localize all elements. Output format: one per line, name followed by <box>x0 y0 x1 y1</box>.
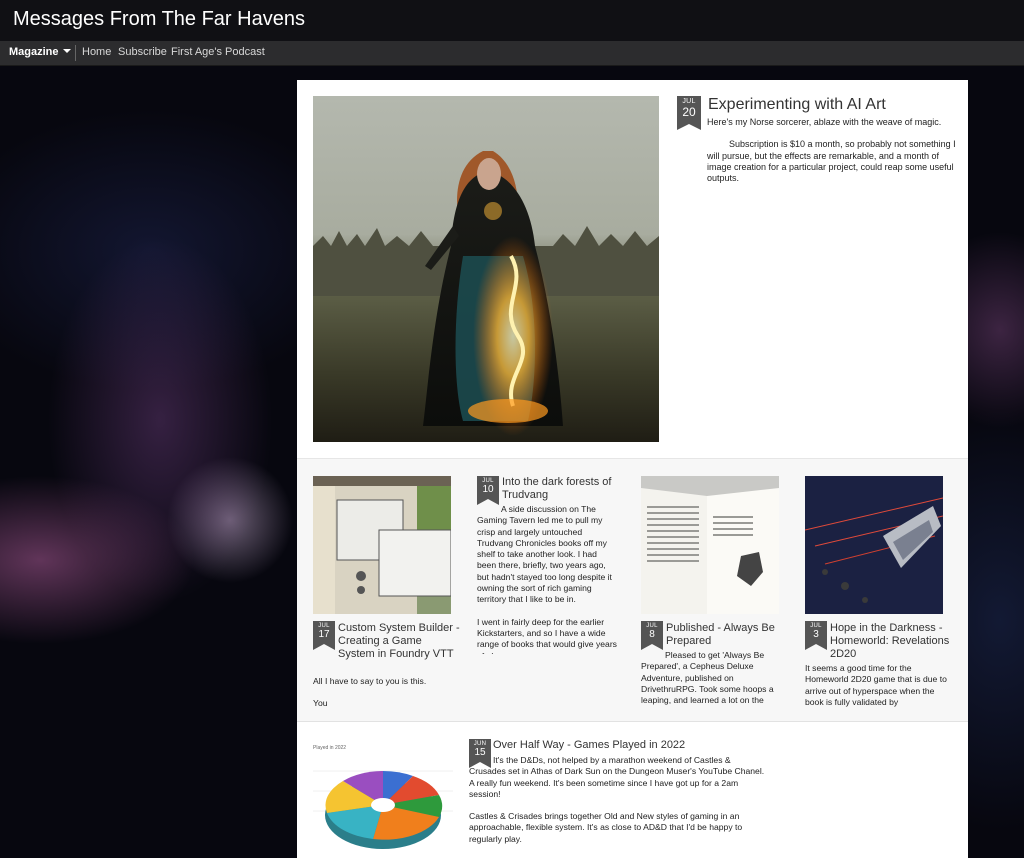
featured-post-image[interactable] <box>313 96 659 442</box>
featured-post-excerpt: Here's my Norse sorcerer, ablaze with th… <box>707 117 956 184</box>
post-excerpt: It's the D&Ds, not helped by a marathon … <box>469 755 765 844</box>
date-badge: JUL 3 <box>805 621 827 650</box>
post-thumbnail[interactable] <box>805 476 943 614</box>
post-title[interactable]: Into the dark forests of Trudvang <box>502 476 622 502</box>
post-thumbnail[interactable] <box>313 476 451 614</box>
main-content: JUL 20 Experimenting with AI Art Here's m… <box>297 80 968 858</box>
date-badge: JUL 8 <box>641 621 663 650</box>
date-badge: JUL 20 <box>677 96 701 130</box>
post-title[interactable]: Custom System Builder - Creating a Game … <box>338 622 460 661</box>
magazine-dropdown[interactable]: Magazine <box>9 46 71 58</box>
site-title[interactable]: Messages From The Far Havens <box>13 8 305 31</box>
magazine-dropdown-label: Magazine <box>9 46 59 58</box>
post-card: Played in 2022 JUN 15 Over Half Way - Ga… <box>297 722 968 858</box>
caret-down-icon <box>62 49 71 53</box>
nav-link-home[interactable]: Home <box>82 46 111 58</box>
nav-link-subscribe[interactable]: Subscribe <box>118 46 167 58</box>
post-excerpt: A side discussion on The Gaming Tavern l… <box>477 504 617 654</box>
post-excerpt: It seems a good time for the Homeworld 2… <box>805 663 947 707</box>
post-title[interactable]: Published - Always Be Prepared <box>666 622 786 648</box>
post-thumbnail[interactable] <box>641 476 779 614</box>
post-title[interactable]: Over Half Way - Games Played in 2022 <box>493 739 773 752</box>
nav-divider <box>75 45 76 61</box>
post-title[interactable]: Hope in the Darkness - Homeworld: Revela… <box>830 622 954 661</box>
post-excerpt: Pleased to get 'Always Be Prepared', a C… <box>641 650 774 706</box>
post-thumbnail[interactable]: Played in 2022 <box>313 739 453 858</box>
featured-post-title[interactable]: Experimenting with AI Art <box>708 96 886 114</box>
navbar: Magazine Home Subscribe First Age's Podc… <box>0 41 1024 66</box>
date-badge: JUL 17 <box>313 621 335 650</box>
featured-post: JUL 20 Experimenting with AI Art Here's m… <box>297 80 968 459</box>
post-grid: JUL 17 Custom System Builder - Creating a… <box>297 459 968 722</box>
chart-caption: Played in 2022 <box>313 745 347 751</box>
post-excerpt: All I have to say to you is this. You <box>313 676 427 709</box>
date-badge: JUL 10 <box>477 476 499 505</box>
site-header: Messages From The Far Havens <box>0 0 1024 41</box>
nav-link-podcast[interactable]: First Age's Podcast <box>171 46 265 58</box>
